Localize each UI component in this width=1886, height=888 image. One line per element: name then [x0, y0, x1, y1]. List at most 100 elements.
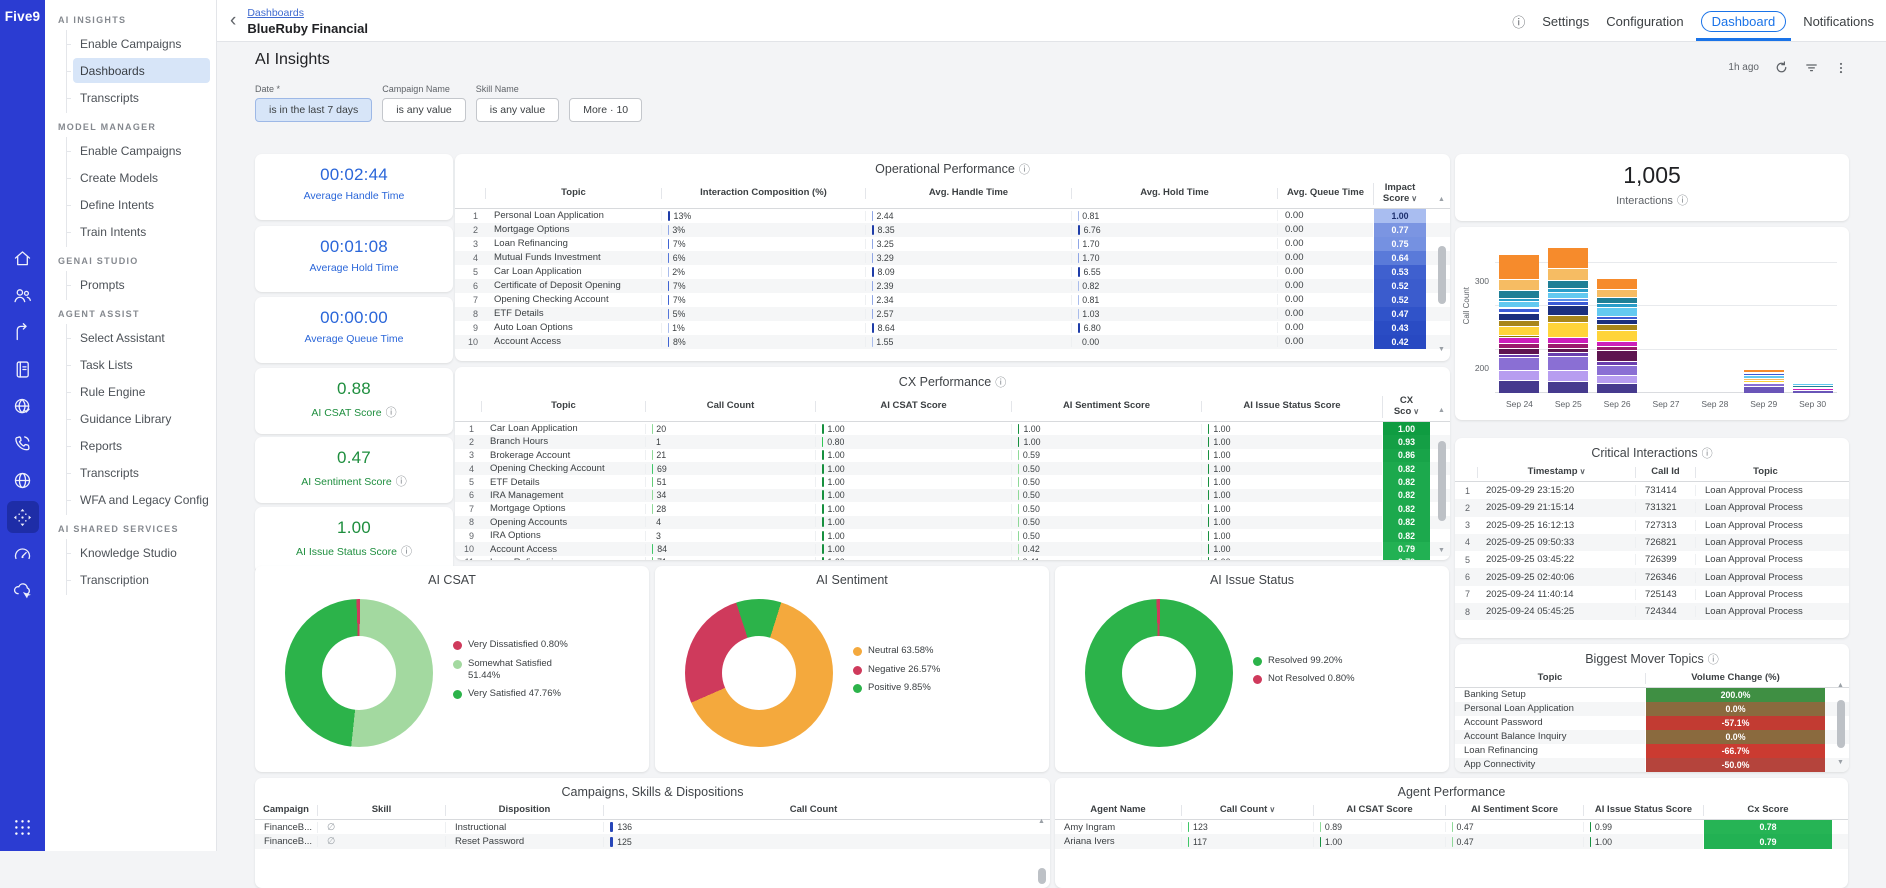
legend-item[interactable]: Somewhat Satisfied 51.44%: [453, 658, 573, 683]
top-nav-dashboard[interactable]: Dashboard: [1701, 11, 1787, 32]
top-nav-notifications[interactable]: Notifications: [1803, 14, 1874, 29]
donut-ring[interactable]: [285, 599, 433, 747]
queue-cell: 0.00: [1277, 308, 1373, 319]
info-icon[interactable]: ⓘ: [1677, 195, 1688, 207]
legend-item[interactable]: Very Satisfied 47.76%: [453, 688, 573, 700]
sidebar-item-select-assistant[interactable]: Select Assistant: [73, 325, 210, 350]
donut-ring[interactable]: [685, 599, 833, 747]
vertical-scrollbar[interactable]: ▲▼: [1835, 682, 1846, 766]
bar-value: 0.00: [1082, 337, 1099, 347]
breadcrumb[interactable]: Dashboards: [247, 7, 368, 19]
engage-icon[interactable]: [11, 579, 35, 603]
bar-value: 1.00: [828, 557, 845, 560]
vertical-scrollbar[interactable]: ▲▼: [1436, 407, 1447, 554]
cx-score-cell: 0.82: [1382, 529, 1430, 542]
sidebar-item-knowledge-studio[interactable]: Knowledge Studio: [73, 540, 210, 565]
legend-item[interactable]: Neutral 63.58%: [853, 645, 973, 657]
column-header-timestamp[interactable]: Timestamp∨: [1477, 467, 1635, 478]
sidebar-item-train-intents[interactable]: Train Intents: [73, 219, 210, 244]
filter-icon[interactable]: [1804, 60, 1819, 75]
column-header-impact-score[interactable]: Impact Score∨: [1373, 183, 1426, 205]
nav-section-title: AI SHARED SERVICES: [45, 515, 216, 539]
globe-icon[interactable]: [11, 468, 35, 492]
kebab-menu-icon[interactable]: [1834, 61, 1848, 75]
column-header-call-count[interactable]: Call Count∨: [1181, 805, 1313, 816]
donut-ring[interactable]: [1085, 599, 1233, 747]
info-icon[interactable]: ⓘ: [1019, 164, 1030, 176]
sidebar-item-dashboards[interactable]: Dashboards: [73, 58, 210, 83]
filter-chip[interactable]: More · 10: [569, 98, 642, 122]
stacked-bar[interactable]: [1548, 247, 1588, 393]
topic-cell: Mutual Funds Investment: [485, 252, 661, 263]
stacked-bar[interactable]: [1499, 254, 1539, 393]
web-services-icon[interactable]: [11, 394, 35, 418]
workflows-icon[interactable]: [11, 320, 35, 344]
sidebar-item-transcripts[interactable]: Transcripts: [73, 85, 210, 110]
kpi-value: 00:02:44: [255, 165, 453, 185]
sidebar-item-enable-campaigns[interactable]: Enable Campaigns: [73, 31, 210, 56]
bar-cell: 0.50: [1011, 490, 1201, 500]
legend-item[interactable]: Resolved 99.20%: [1253, 655, 1373, 667]
navigation-icon[interactable]: [7, 501, 39, 533]
sidebar-item-transcription[interactable]: Transcription: [73, 567, 210, 592]
bar-cell: 1.00: [1201, 424, 1382, 434]
legend-label: Neutral 63.58%: [868, 645, 933, 657]
disposition-cell: Reset Password: [445, 836, 603, 847]
stacked-bar[interactable]: [1793, 381, 1833, 393]
users-icon[interactable]: [11, 283, 35, 307]
legend-item[interactable]: Negative 26.57%: [853, 664, 973, 676]
filter-chip[interactable]: is any value: [382, 98, 465, 122]
apps-grid-icon[interactable]: [12, 817, 33, 843]
filter-chip[interactable]: is in the last 7 days: [255, 98, 372, 122]
vertical-scrollbar[interactable]: ▲▼: [1436, 196, 1447, 353]
legend-item[interactable]: Not Resolved 0.80%: [1253, 673, 1373, 685]
column-header-cx-sco[interactable]: CX Sco∨: [1382, 396, 1430, 418]
legend-item[interactable]: Positive 9.85%: [853, 682, 973, 694]
top-nav-settings[interactable]: Settings: [1542, 14, 1589, 29]
info-icon[interactable]: ⓘ: [1512, 12, 1525, 31]
sidebar-item-guidance-library[interactable]: Guidance Library: [73, 406, 210, 431]
bar-segment: [1499, 326, 1539, 336]
legend-label: Resolved 99.20%: [1268, 655, 1342, 667]
sidebar-item-rule-engine[interactable]: Rule Engine: [73, 379, 210, 404]
dashboards-icon[interactable]: [11, 542, 35, 566]
home-icon[interactable]: [11, 246, 35, 270]
info-icon[interactable]: ⓘ: [1708, 654, 1719, 666]
sidebar-item-enable-campaigns[interactable]: Enable Campaigns: [73, 138, 210, 163]
row-index: 8: [455, 309, 485, 319]
bar-segment: [1793, 390, 1833, 393]
info-icon[interactable]: ⓘ: [401, 546, 412, 558]
sidebar-item-prompts[interactable]: Prompts: [73, 272, 210, 297]
sidebar-item-transcripts[interactable]: Transcripts: [73, 460, 210, 485]
bar-value: 84: [657, 544, 667, 554]
contacts-icon[interactable]: [11, 357, 35, 381]
top-nav-configuration[interactable]: Configuration: [1606, 14, 1683, 29]
stacked-bar[interactable]: [1597, 278, 1637, 393]
info-icon[interactable]: ⓘ: [386, 407, 397, 419]
sidebar-item-task-lists[interactable]: Task Lists: [73, 352, 210, 377]
bar-segment: [1499, 370, 1539, 380]
bar-cell: 1: [645, 437, 815, 447]
column-header-avg-queue-time: Avg. Queue Time: [1277, 188, 1373, 199]
queue-cell: 0.00: [1277, 210, 1373, 221]
legend-item[interactable]: Very Dissatisfied 0.80%: [453, 639, 573, 651]
sidebar-item-wfa-and-legacy-config[interactable]: WFA and Legacy Config: [73, 487, 210, 512]
refresh-icon[interactable]: [1774, 60, 1789, 75]
bar-value: 0.81: [1082, 211, 1099, 221]
calls-icon[interactable]: [11, 431, 35, 455]
bar: [872, 323, 874, 333]
topic-cell: Certificate of Deposit Opening: [485, 280, 661, 291]
sidebar-item-define-intents[interactable]: Define Intents: [73, 192, 210, 217]
topic-cell: ETF Details: [485, 308, 661, 319]
info-icon[interactable]: ⓘ: [396, 476, 407, 488]
stacked-bar[interactable]: [1744, 369, 1784, 393]
info-icon[interactable]: ⓘ: [1702, 448, 1713, 460]
bar-cell: 8.35: [865, 225, 1071, 235]
vertical-scrollbar[interactable]: ▲: [1036, 818, 1047, 884]
back-chevron-icon[interactable]: ‹: [230, 11, 236, 30]
bar-cell: 1.55: [865, 337, 1071, 347]
sidebar-item-create-models[interactable]: Create Models: [73, 165, 210, 190]
filter-chip[interactable]: is any value: [476, 98, 559, 122]
info-icon[interactable]: ⓘ: [995, 377, 1006, 389]
sidebar-item-reports[interactable]: Reports: [73, 433, 210, 458]
